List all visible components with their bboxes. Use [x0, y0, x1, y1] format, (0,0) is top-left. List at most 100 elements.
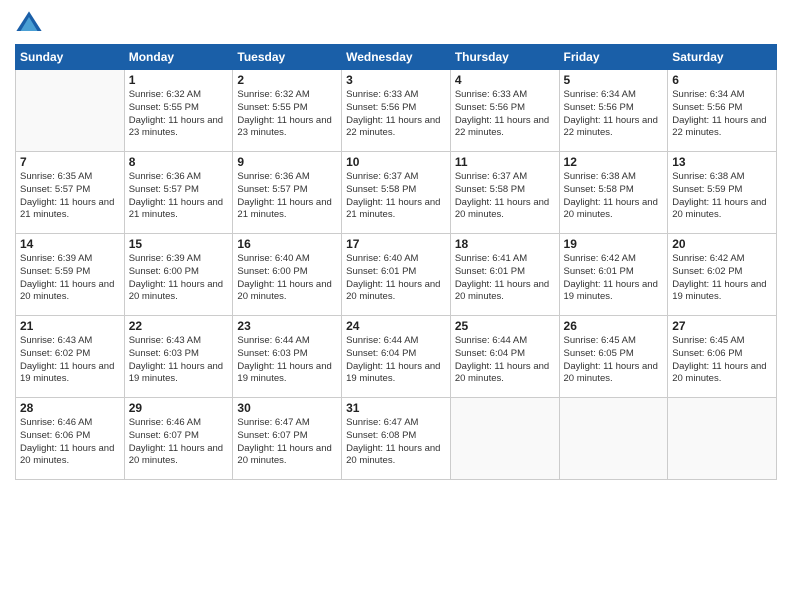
calendar-cell: 18Sunrise: 6:41 AMSunset: 6:01 PMDayligh… — [450, 234, 559, 316]
header — [15, 10, 777, 38]
day-number: 9 — [237, 155, 337, 169]
calendar-cell: 2 Sunrise: 6:32 AMSunset: 5:55 PMDaylight… — [233, 70, 342, 152]
calendar-cell: 9Sunrise: 6:36 AMSunset: 5:57 PMDaylight… — [233, 152, 342, 234]
cell-info: Sunrise: 6:39 AMSunset: 6:00 PMDaylight:… — [129, 253, 229, 304]
day-number: 25 — [455, 319, 555, 333]
day-number: 11 — [455, 155, 555, 169]
day-number: 30 — [237, 401, 337, 415]
cell-info: Sunrise: 6:32 AMSunset: 5:55 PMDaylight:… — [237, 89, 337, 140]
cell-info: Sunrise: 6:40 AMSunset: 6:00 PMDaylight:… — [237, 253, 337, 304]
day-number: 23 — [237, 319, 337, 333]
cell-info: Sunrise: 6:32 AMSunset: 5:55 PMDaylight:… — [129, 89, 229, 140]
cell-info: Sunrise: 6:36 AMSunset: 5:57 PMDaylight:… — [129, 171, 229, 222]
day-header-tuesday: Tuesday — [233, 45, 342, 70]
calendar-cell: 29Sunrise: 6:46 AMSunset: 6:07 PMDayligh… — [124, 398, 233, 480]
logo — [15, 10, 47, 38]
calendar-cell: 16 Sunrise: 6:40 AMSunset: 6:00 PMDayligh… — [233, 234, 342, 316]
calendar-cell: 10 Sunrise: 6:37 AMSunset: 5:58 PMDayligh… — [342, 152, 451, 234]
cell-info: Sunrise: 6:46 AMSunset: 6:06 PMDaylight:… — [20, 417, 120, 468]
calendar-cell: 26 Sunrise: 6:45 AMSunset: 6:05 PMDayligh… — [559, 316, 668, 398]
day-number: 5 — [564, 73, 664, 87]
day-header-saturday: Saturday — [668, 45, 777, 70]
cell-info: Sunrise: 6:44 AMSunset: 6:03 PMDaylight:… — [237, 335, 337, 386]
calendar-cell: 30 Sunrise: 6:47 AMSunset: 6:07 PMDayligh… — [233, 398, 342, 480]
day-number: 17 — [346, 237, 446, 251]
week-row-2: 7 Sunrise: 6:35 AMSunset: 5:57 PMDaylight… — [16, 152, 777, 234]
day-header-sunday: Sunday — [16, 45, 125, 70]
cell-info: Sunrise: 6:38 AMSunset: 5:59 PMDaylight:… — [672, 171, 772, 222]
cell-info: Sunrise: 6:41 AMSunset: 6:01 PMDaylight:… — [455, 253, 555, 304]
day-number: 12 — [564, 155, 664, 169]
calendar-cell: 27 Sunrise: 6:45 AMSunset: 6:06 PMDayligh… — [668, 316, 777, 398]
calendar-cell: 22 Sunrise: 6:43 AMSunset: 6:03 PMDayligh… — [124, 316, 233, 398]
calendar-cell: 20Sunrise: 6:42 AMSunset: 6:02 PMDayligh… — [668, 234, 777, 316]
calendar-header-row: SundayMondayTuesdayWednesdayThursdayFrid… — [16, 45, 777, 70]
day-number: 6 — [672, 73, 772, 87]
day-header-thursday: Thursday — [450, 45, 559, 70]
day-header-friday: Friday — [559, 45, 668, 70]
cell-info: Sunrise: 6:47 AMSunset: 6:08 PMDaylight:… — [346, 417, 446, 468]
calendar-cell — [668, 398, 777, 480]
day-number: 2 — [237, 73, 337, 87]
cell-info: Sunrise: 6:39 AMSunset: 5:59 PMDaylight:… — [20, 253, 120, 304]
calendar-cell: 5 Sunrise: 6:34 AMSunset: 5:56 PMDaylight… — [559, 70, 668, 152]
calendar-cell: 25 Sunrise: 6:44 AMSunset: 6:04 PMDayligh… — [450, 316, 559, 398]
calendar-cell: 13 Sunrise: 6:38 AMSunset: 5:59 PMDayligh… — [668, 152, 777, 234]
day-number: 31 — [346, 401, 446, 415]
calendar-cell: 17Sunrise: 6:40 AMSunset: 6:01 PMDayligh… — [342, 234, 451, 316]
cell-info: Sunrise: 6:42 AMSunset: 6:01 PMDaylight:… — [564, 253, 664, 304]
cell-info: Sunrise: 6:37 AMSunset: 5:58 PMDaylight:… — [346, 171, 446, 222]
day-number: 13 — [672, 155, 772, 169]
calendar-cell: 15Sunrise: 6:39 AMSunset: 6:00 PMDayligh… — [124, 234, 233, 316]
calendar-cell: 3 Sunrise: 6:33 AMSunset: 5:56 PMDaylight… — [342, 70, 451, 152]
calendar-cell: 23 Sunrise: 6:44 AMSunset: 6:03 PMDayligh… — [233, 316, 342, 398]
calendar-cell — [16, 70, 125, 152]
day-header-monday: Monday — [124, 45, 233, 70]
calendar: SundayMondayTuesdayWednesdayThursdayFrid… — [15, 44, 777, 480]
calendar-cell: 1 Sunrise: 6:32 AMSunset: 5:55 PMDaylight… — [124, 70, 233, 152]
day-number: 26 — [564, 319, 664, 333]
cell-info: Sunrise: 6:43 AMSunset: 6:02 PMDaylight:… — [20, 335, 120, 386]
cell-info: Sunrise: 6:47 AMSunset: 6:07 PMDaylight:… — [237, 417, 337, 468]
day-number: 3 — [346, 73, 446, 87]
logo-icon — [15, 10, 43, 38]
week-row-1: 1 Sunrise: 6:32 AMSunset: 5:55 PMDaylight… — [16, 70, 777, 152]
calendar-cell: 19 Sunrise: 6:42 AMSunset: 6:01 PMDayligh… — [559, 234, 668, 316]
day-number: 7 — [20, 155, 120, 169]
cell-info: Sunrise: 6:33 AMSunset: 5:56 PMDaylight:… — [346, 89, 446, 140]
day-number: 27 — [672, 319, 772, 333]
cell-info: Sunrise: 6:37 AMSunset: 5:58 PMDaylight:… — [455, 171, 555, 222]
cell-info: Sunrise: 6:34 AMSunset: 5:56 PMDaylight:… — [564, 89, 664, 140]
day-number: 16 — [237, 237, 337, 251]
day-number: 10 — [346, 155, 446, 169]
calendar-cell: 24 Sunrise: 6:44 AMSunset: 6:04 PMDayligh… — [342, 316, 451, 398]
cell-info: Sunrise: 6:45 AMSunset: 6:06 PMDaylight:… — [672, 335, 772, 386]
calendar-cell — [450, 398, 559, 480]
day-number: 22 — [129, 319, 229, 333]
calendar-cell: 4Sunrise: 6:33 AMSunset: 5:56 PMDaylight… — [450, 70, 559, 152]
calendar-cell: 6 Sunrise: 6:34 AMSunset: 5:56 PMDaylight… — [668, 70, 777, 152]
week-row-4: 21Sunrise: 6:43 AMSunset: 6:02 PMDayligh… — [16, 316, 777, 398]
week-row-5: 28 Sunrise: 6:46 AMSunset: 6:06 PMDayligh… — [16, 398, 777, 480]
calendar-cell: 28 Sunrise: 6:46 AMSunset: 6:06 PMDayligh… — [16, 398, 125, 480]
day-number: 14 — [20, 237, 120, 251]
cell-info: Sunrise: 6:44 AMSunset: 6:04 PMDaylight:… — [346, 335, 446, 386]
cell-info: Sunrise: 6:38 AMSunset: 5:58 PMDaylight:… — [564, 171, 664, 222]
cell-info: Sunrise: 6:43 AMSunset: 6:03 PMDaylight:… — [129, 335, 229, 386]
calendar-cell: 7 Sunrise: 6:35 AMSunset: 5:57 PMDaylight… — [16, 152, 125, 234]
cell-info: Sunrise: 6:44 AMSunset: 6:04 PMDaylight:… — [455, 335, 555, 386]
cell-info: Sunrise: 6:46 AMSunset: 6:07 PMDaylight:… — [129, 417, 229, 468]
day-number: 19 — [564, 237, 664, 251]
day-number: 24 — [346, 319, 446, 333]
page: SundayMondayTuesdayWednesdayThursdayFrid… — [0, 0, 792, 612]
calendar-cell: 12 Sunrise: 6:38 AMSunset: 5:58 PMDayligh… — [559, 152, 668, 234]
cell-info: Sunrise: 6:34 AMSunset: 5:56 PMDaylight:… — [672, 89, 772, 140]
day-number: 20 — [672, 237, 772, 251]
day-number: 1 — [129, 73, 229, 87]
calendar-cell: 31 Sunrise: 6:47 AMSunset: 6:08 PMDayligh… — [342, 398, 451, 480]
day-number: 28 — [20, 401, 120, 415]
cell-info: Sunrise: 6:35 AMSunset: 5:57 PMDaylight:… — [20, 171, 120, 222]
calendar-cell: 21Sunrise: 6:43 AMSunset: 6:02 PMDayligh… — [16, 316, 125, 398]
day-number: 8 — [129, 155, 229, 169]
cell-info: Sunrise: 6:45 AMSunset: 6:05 PMDaylight:… — [564, 335, 664, 386]
